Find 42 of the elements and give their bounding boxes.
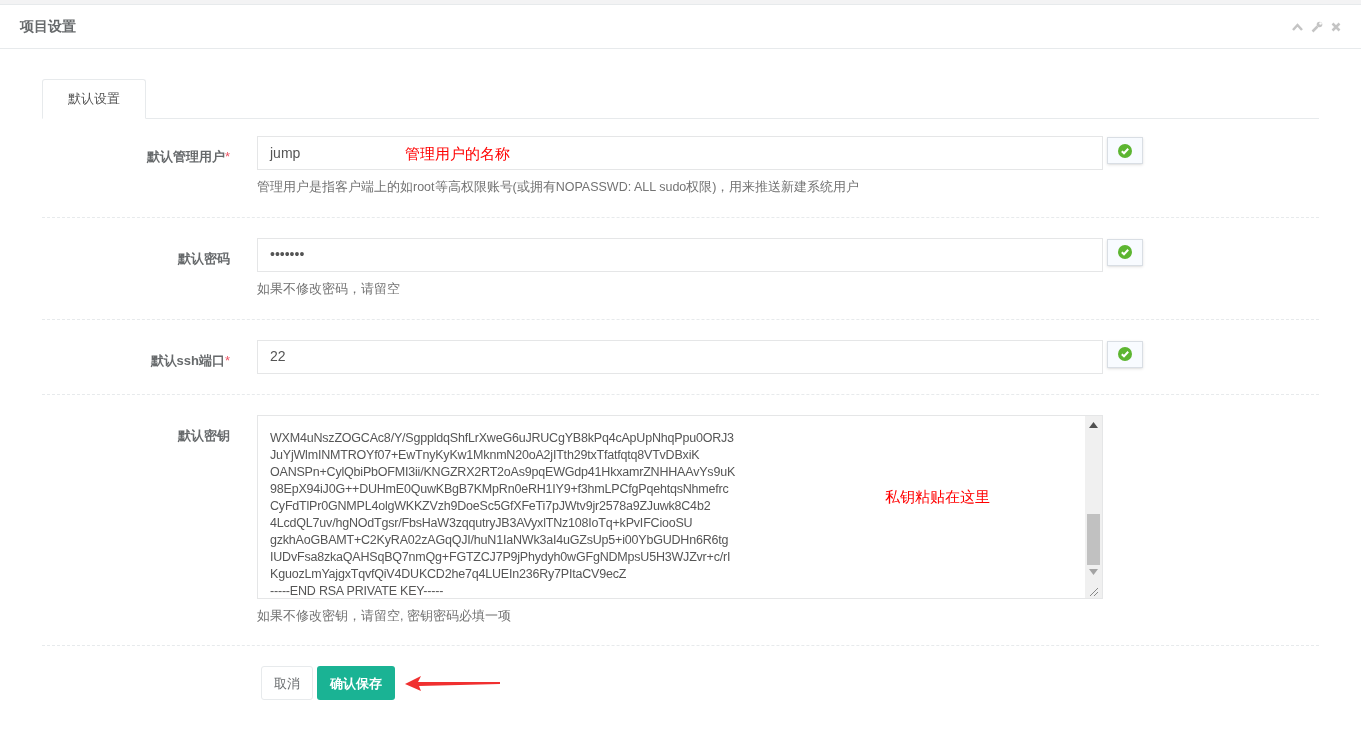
annotation-text: 管理用户的名称 bbox=[405, 144, 510, 164]
field-label: 默认ssh端口 bbox=[150, 352, 225, 368]
scroll-up-icon[interactable] bbox=[1089, 421, 1098, 428]
key-text-line: JuYjWlmINMTROYf07+EwTnyKyKw1MknmN20oA2jITth29txTfatfqtq8VTvDBxiK bbox=[270, 446, 700, 464]
tab[interactable]: 默认设置 bbox=[42, 79, 146, 119]
help-text: 如果不修改密钥，请留空, 密钥密码必填一项 bbox=[257, 607, 512, 625]
field-label: 默认密钥 bbox=[178, 427, 230, 443]
text-input[interactable]: 22 bbox=[257, 339, 1103, 374]
input-value: ••••••• bbox=[270, 245, 305, 265]
field-label: 默认管理用户 bbox=[146, 149, 225, 164]
annotation-text: 私钥粘贴在这里 bbox=[885, 486, 990, 507]
key-text-line: gzkhAoGBAMT+C2KyRA02zAGqQJI/huN1IaNWk3aI4uGZsUp5+i00YbGUDHn6R6tg bbox=[270, 531, 729, 549]
key-text-line: 98EpX94iJ0G++DUHmE0QuwKBgB7KMpRn0eRH1IY9+f3hmLPCfgPqehtqsNhmefrc bbox=[270, 480, 729, 498]
text-input[interactable]: ••••••• bbox=[257, 237, 1103, 272]
text-input[interactable]: jump 管理用户的名称 bbox=[257, 136, 1103, 170]
key-text-line: -----END RSA PRIVATE KEY----- bbox=[270, 582, 444, 598]
help-text: 管理用户是指客户端上的如root等高权限账号(或拥有NOPASSWD: ALL sudo权限)，用来推送新建系统用户 bbox=[257, 179, 861, 196]
key-text-line: OANSPn+CylQbiPbOFMI3ii/KNGZRX2RT2oAs9pqEWGdp41HkxamrZNHHAAvYs9uK bbox=[270, 463, 736, 481]
key-textarea[interactable] bbox=[257, 414, 1103, 599]
resize-grip-icon[interactable] bbox=[1089, 586, 1098, 596]
scrollbar[interactable] bbox=[1085, 415, 1102, 598]
required-asterisk: * bbox=[224, 149, 230, 164]
wrench-icon[interactable] bbox=[1311, 20, 1323, 33]
close-icon[interactable] bbox=[1331, 21, 1341, 32]
checkmark-icon bbox=[1118, 347, 1132, 361]
key-text-line: CyFdTlPr0GNMPL4olgWKKZVzh9DoeSc5GfXFeTi7pJWtv9jr2578a9ZJuwk8C4b2 bbox=[270, 497, 711, 515]
key-text-line: IUDvFsa8zkaQAHSqBQ7nmQg+FGTZCJ7P9jPhydyh0wGFgNDMpsU5H3WJZvr+c/rI bbox=[270, 548, 731, 566]
panel-title: 项目设置 bbox=[20, 17, 76, 36]
key-text-line: WXM4uNszZOGCAc8/Y/SgppldqShfLrXweG6uJRUCgYB8kPq4cApUpNhqPpu0ORJ3 bbox=[270, 429, 734, 447]
help-text: 如果不修改密码，请留空 bbox=[257, 280, 401, 298]
scrollbar-thumb[interactable] bbox=[1087, 513, 1100, 565]
input-value: jump bbox=[270, 143, 301, 163]
cancel-button[interactable]: 取消 bbox=[261, 666, 313, 701]
key-text-line: KguozLmYajgxTqvfQiV4DUKCD2he7q4LUEIn236Ry7PItaCV9ecZ bbox=[270, 565, 627, 583]
input-value: 22 bbox=[270, 347, 286, 366]
checkmark-icon bbox=[1118, 245, 1132, 260]
key-text-line: 4LcdQL7uv/hgNOdTgsr/FbsHaW3zqqutryJB3AVyxlTNz108IoTq+kPvIFCiooSU bbox=[270, 514, 693, 532]
field-label: 默认密码 bbox=[178, 250, 230, 266]
collapse-icon[interactable] bbox=[1292, 22, 1303, 31]
required-asterisk: * bbox=[224, 352, 230, 368]
checkmark-icon bbox=[1118, 143, 1132, 158]
scroll-down-icon[interactable] bbox=[1089, 568, 1098, 575]
